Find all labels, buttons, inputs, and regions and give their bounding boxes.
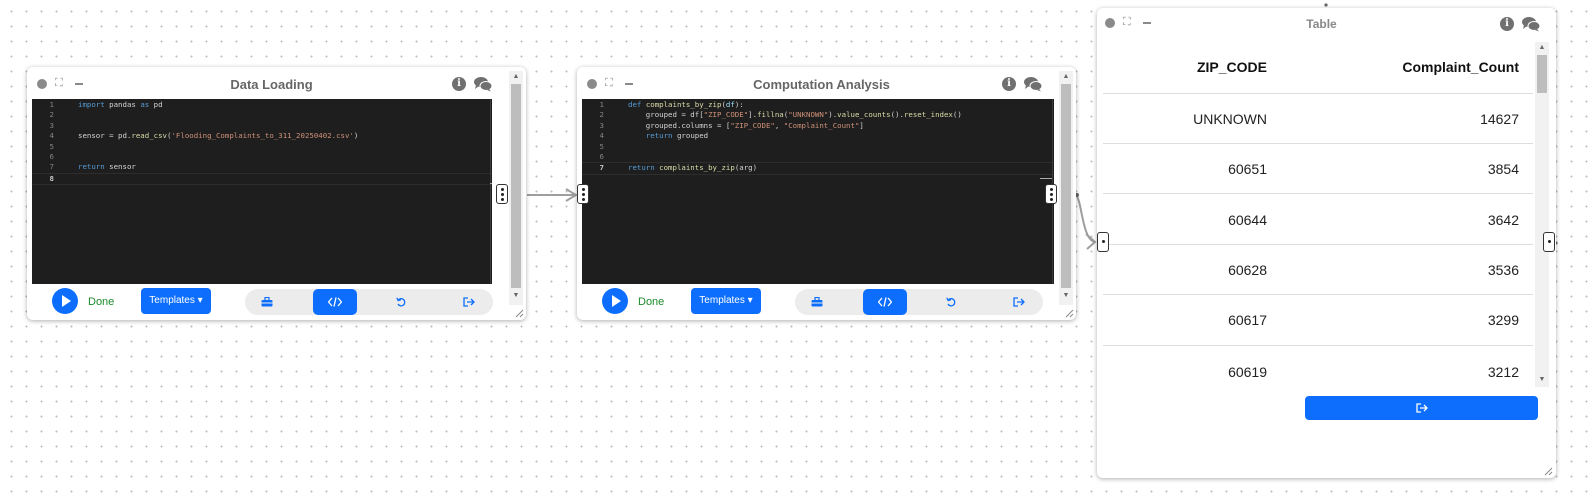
- resize-grip-icon[interactable]: [1543, 466, 1553, 476]
- edge-arrowhead-2: [1085, 233, 1097, 250]
- column-header-count[interactable]: Complaint_Count: [1402, 59, 1519, 75]
- node-status-dot[interactable]: [1105, 18, 1115, 28]
- output-port[interactable]: [1045, 184, 1057, 204]
- templates-button[interactable]: Templates ▾: [691, 288, 761, 314]
- info-icon[interactable]: i: [1002, 77, 1016, 91]
- undo-icon: [946, 297, 956, 307]
- expand-icon[interactable]: ⛶: [605, 78, 616, 89]
- resize-grip-icon[interactable]: [514, 308, 524, 318]
- templates-button[interactable]: Templates ▾: [141, 288, 211, 314]
- toolbox-icon: [811, 297, 823, 307]
- toolbox-icon: [261, 297, 273, 307]
- table-scrollbar[interactable]: ▲ ▼: [1535, 42, 1549, 387]
- node-header[interactable]: ⛶ Table i: [1097, 8, 1556, 42]
- editor-scrollbar[interactable]: ▲ ▼: [509, 71, 523, 305]
- info-icon[interactable]: i: [452, 77, 466, 91]
- export-icon: [1013, 297, 1025, 307]
- column-header-zip[interactable]: ZIP_CODE: [1197, 59, 1267, 75]
- input-port[interactable]: [577, 184, 589, 204]
- edge-analysis-to-table: [1075, 194, 1096, 243]
- node-title: Table: [1306, 17, 1337, 31]
- expand-icon[interactable]: ⛶: [55, 78, 66, 89]
- output-port[interactable]: [1543, 232, 1555, 252]
- status-text: Done: [638, 296, 665, 308]
- export-icon: [463, 297, 475, 307]
- toolbar: [795, 289, 1043, 315]
- node-title: Data Loading: [230, 77, 313, 92]
- code-editor[interactable]: 1 def complaints_by_zip(df): 2 grouped = …: [582, 99, 1054, 284]
- code-button[interactable]: [313, 289, 357, 315]
- resize-grip-icon[interactable]: [1064, 308, 1074, 318]
- code-editor[interactable]: 1 import pandas as pd 2 3 4 sensor = pd.re…: [32, 99, 492, 284]
- minimize-icon[interactable]: [625, 83, 633, 85]
- export-button[interactable]: [997, 289, 1041, 315]
- info-icon[interactable]: i: [1500, 17, 1514, 31]
- minimize-icon[interactable]: [75, 83, 83, 85]
- code-button[interactable]: [863, 289, 907, 315]
- output-port[interactable]: [496, 184, 508, 204]
- table-export-button[interactable]: [1305, 396, 1538, 420]
- expand-icon[interactable]: ⛶: [1123, 17, 1134, 28]
- edge-arrowhead-1: [565, 188, 578, 202]
- undo-button[interactable]: [379, 289, 423, 315]
- status-text: Done: [88, 296, 115, 308]
- minimize-icon[interactable]: [1143, 22, 1151, 24]
- node-table[interactable]: ⛶ Table i ZIP_CODE Complaint_Count UNKNO…: [1097, 8, 1556, 478]
- input-port[interactable]: [1097, 232, 1109, 252]
- code-icon: [878, 297, 892, 307]
- data-table[interactable]: ZIP_CODE Complaint_Count UNKNOWN 14627 6…: [1103, 49, 1533, 394]
- toolbox-button[interactable]: [795, 289, 839, 315]
- node-status-dot[interactable]: [587, 79, 597, 89]
- chat-bubbles-icon[interactable]: [473, 76, 493, 92]
- code-icon: [328, 297, 342, 307]
- node-header[interactable]: ⛶ Computation Analysis i: [577, 67, 1076, 101]
- node-title: Computation Analysis: [753, 77, 890, 92]
- undo-button[interactable]: [929, 289, 973, 315]
- run-button[interactable]: [52, 288, 78, 314]
- node-data-loading[interactable]: ⛶ Data Loading i 1 import pandas as pd 2 …: [27, 67, 526, 320]
- export-icon: [1415, 403, 1428, 413]
- chat-bubbles-icon[interactable]: [1023, 76, 1043, 92]
- toolbar: [245, 289, 493, 315]
- node-computation-analysis[interactable]: ⛶ Computation Analysis i 1 def complaints…: [577, 67, 1076, 320]
- editor-scrollbar[interactable]: ▲ ▼: [1059, 71, 1073, 305]
- toolbox-button[interactable]: [245, 289, 289, 315]
- node-status-dot[interactable]: [37, 79, 47, 89]
- undo-icon: [396, 297, 406, 307]
- chat-bubbles-icon[interactable]: [1521, 16, 1541, 32]
- node-header[interactable]: ⛶ Data Loading i: [27, 67, 526, 101]
- export-button[interactable]: [447, 289, 491, 315]
- run-button[interactable]: [602, 288, 628, 314]
